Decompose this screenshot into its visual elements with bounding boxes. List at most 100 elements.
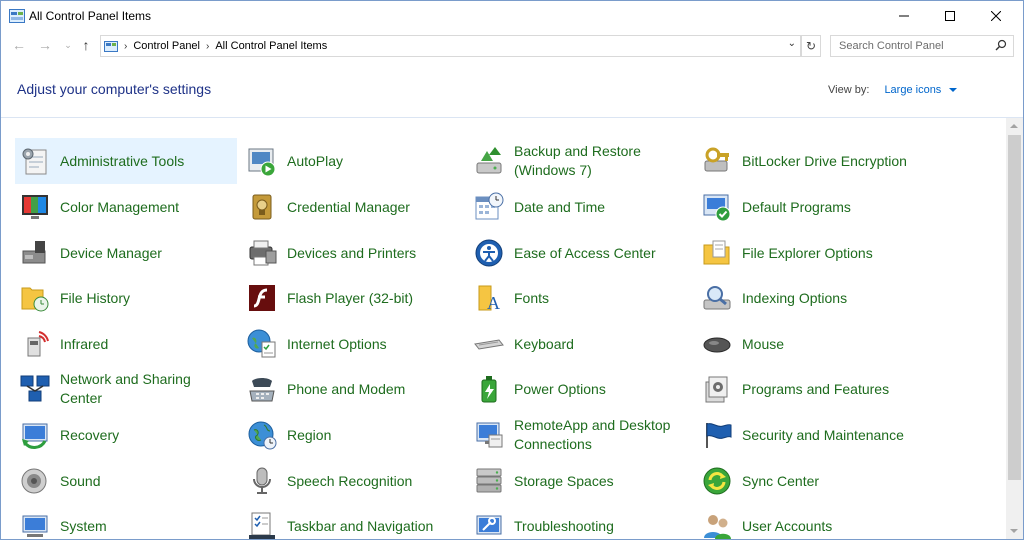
item-network-sharing[interactable]: Network and Sharing Center	[15, 366, 237, 412]
item-sound[interactable]: Sound	[15, 458, 237, 504]
network-sharing-icon	[20, 375, 50, 402]
item-label: Keyboard	[514, 335, 574, 352]
arrow-right-icon: →	[38, 37, 52, 53]
item-label: AutoPlay	[287, 152, 344, 169]
sync-center-icon	[703, 467, 731, 495]
infrared-icon	[27, 331, 49, 357]
item-label: Security and Maintenance	[742, 426, 904, 443]
address-bar[interactable]: › Control Panel › All Control Panel Item…	[100, 35, 801, 57]
control-panel-small-icon	[104, 40, 118, 52]
item-user-accounts[interactable]: User Accounts	[697, 503, 919, 539]
up-button[interactable]: ↑	[77, 36, 95, 54]
item-keyboard[interactable]: Keyboard	[469, 321, 691, 367]
item-label: Recovery	[60, 426, 120, 443]
item-credential-manager[interactable]: Credential Manager	[242, 184, 464, 230]
svg-text:A: A	[487, 293, 500, 313]
item-system[interactable]: System	[15, 503, 237, 539]
item-recovery[interactable]: Recovery	[15, 412, 237, 458]
item-label: Troubleshooting	[514, 517, 614, 534]
vertical-scrollbar[interactable]	[1006, 118, 1023, 539]
item-administrative-tools[interactable]: Administrative Tools	[15, 138, 237, 184]
administrative-tools-icon	[22, 148, 47, 175]
breadcrumb-control-panel[interactable]: Control Panel	[133, 40, 200, 52]
item-security-maintenance[interactable]: Security and Maintenance	[697, 412, 919, 458]
item-date-time[interactable]: Date and Time	[469, 184, 691, 230]
title-bar[interactable]: All Control Panel Items	[1, 1, 1023, 31]
default-programs-icon	[703, 194, 731, 222]
file-history-icon	[21, 287, 49, 312]
item-label: Region	[287, 426, 332, 443]
item-label: Speech Recognition	[287, 472, 413, 489]
item-indexing-options[interactable]: Indexing Options	[697, 275, 919, 321]
item-label: RemoteApp and Desktop Connections	[514, 417, 671, 452]
forward-button[interactable]: →	[36, 36, 54, 54]
scrollbar-thumb[interactable]	[1008, 135, 1021, 480]
item-infrared[interactable]: Infrared	[15, 321, 237, 367]
item-region[interactable]: Region	[242, 412, 464, 458]
scroll-down-icon[interactable]	[1010, 529, 1018, 533]
minimize-button[interactable]	[881, 1, 927, 31]
item-taskbar-navigation[interactable]: Taskbar and Navigation	[242, 503, 464, 539]
item-flash-player[interactable]: Flash Player (32-bit)	[242, 275, 464, 321]
item-default-programs[interactable]: Default Programs	[697, 184, 919, 230]
item-label: User Accounts	[742, 517, 833, 534]
phone-modem-icon	[249, 378, 275, 402]
item-troubleshooting[interactable]: Troubleshooting	[469, 503, 691, 539]
maximize-button[interactable]	[927, 1, 973, 31]
item-autoplay[interactable]: AutoPlay	[242, 138, 464, 184]
item-label: Taskbar and Navigation	[287, 517, 434, 534]
item-label: Color Management	[60, 198, 180, 215]
address-dropdown-icon[interactable]: ⌄	[788, 38, 796, 49]
remoteapp-icon	[476, 422, 503, 448]
item-mouse[interactable]: Mouse	[697, 321, 919, 367]
item-ease-of-access[interactable]: Ease of Access Center	[469, 230, 691, 276]
item-label: Default Programs	[742, 198, 851, 215]
back-button[interactable]: ←	[10, 36, 28, 54]
item-internet-options[interactable]: Internet Options	[242, 321, 464, 367]
item-file-history[interactable]: File History	[15, 275, 237, 321]
arrow-left-icon: ←	[12, 37, 26, 53]
security-maintenance-icon	[706, 423, 732, 448]
item-device-manager[interactable]: Device Manager	[15, 230, 237, 276]
item-label: Storage Spaces	[514, 472, 614, 489]
view-by-dropdown[interactable]: Large icons	[884, 84, 941, 96]
page-title: Adjust your computer's settings	[17, 81, 212, 97]
bitlocker-icon	[704, 147, 729, 172]
scroll-up-icon[interactable]	[1010, 124, 1018, 128]
item-label: Mouse	[742, 335, 785, 352]
refresh-button[interactable]: ↻	[801, 35, 821, 57]
item-label: Phone and Modem	[287, 380, 406, 397]
item-file-explorer-options[interactable]: File Explorer Options	[697, 230, 919, 276]
item-label: Fonts	[514, 289, 550, 306]
internet-options-icon	[247, 329, 276, 358]
item-programs-features[interactable]: Programs and Features	[697, 366, 919, 412]
close-button[interactable]	[973, 1, 1019, 31]
item-power-options[interactable]: Power Options	[469, 366, 691, 412]
search-box[interactable]	[830, 35, 1014, 57]
breadcrumb-all-items[interactable]: All Control Panel Items	[215, 40, 327, 52]
devices-printers-icon	[249, 240, 277, 266]
item-color-management[interactable]: Color Management	[15, 184, 237, 230]
search-icon[interactable]	[995, 39, 1007, 51]
item-storage-spaces[interactable]: Storage Spaces	[469, 458, 691, 504]
item-devices-printers[interactable]: Devices and Printers	[242, 230, 464, 276]
recovery-icon	[22, 423, 48, 449]
item-remoteapp[interactable]: RemoteApp and Desktop Connections	[469, 412, 691, 458]
item-label: Sync Center	[742, 472, 820, 489]
item-label: Internet Options	[287, 335, 387, 352]
item-label: Devices and Printers	[287, 244, 417, 261]
window-title: All Control Panel Items	[29, 9, 152, 23]
autoplay-icon	[248, 148, 276, 177]
item-speech-recognition[interactable]: Speech Recognition	[242, 458, 464, 504]
item-bitlocker[interactable]: BitLocker Drive Encryption	[697, 138, 919, 184]
recent-locations-button[interactable]: ⌄	[59, 36, 77, 54]
backup-restore-icon	[476, 147, 502, 174]
breadcrumb-chevron-icon: ›	[124, 40, 128, 52]
content-header: Adjust your computer's settings View by:…	[1, 67, 1023, 118]
item-phone-modem[interactable]: Phone and Modem	[242, 366, 464, 412]
caret-down-icon[interactable]	[949, 88, 958, 93]
item-sync-center[interactable]: Sync Center	[697, 458, 919, 504]
search-input[interactable]	[837, 39, 991, 53]
item-fonts[interactable]: A Fonts	[469, 275, 691, 321]
item-backup-restore[interactable]: Backup and Restore (Windows 7)	[469, 138, 691, 184]
